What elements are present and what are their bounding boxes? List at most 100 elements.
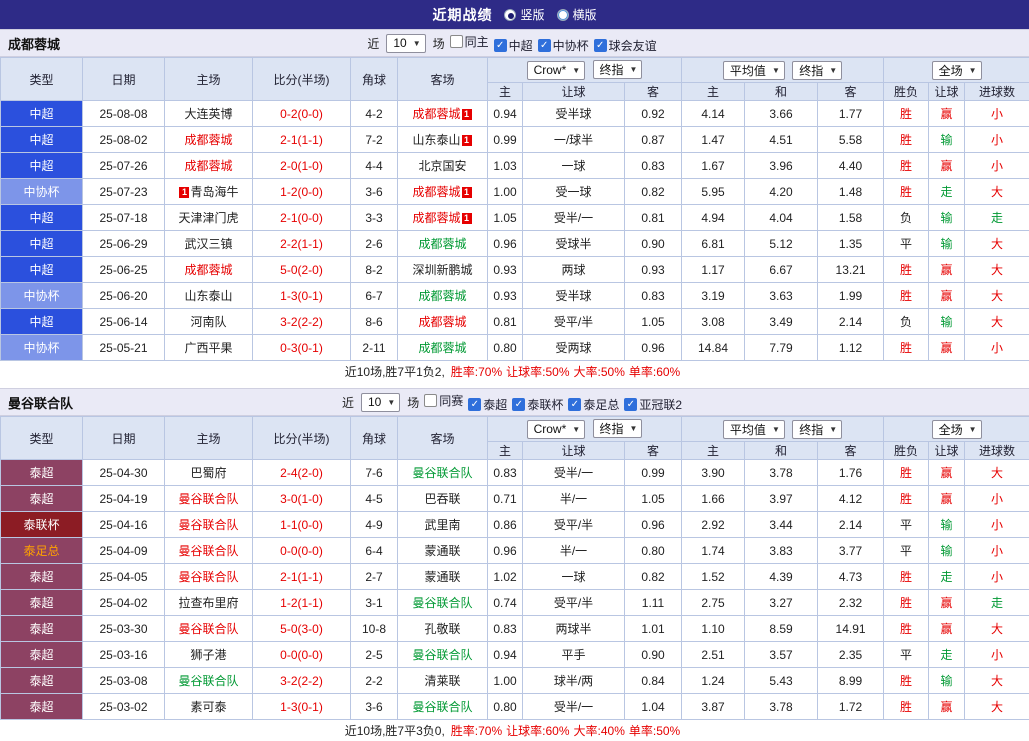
team-name[interactable]: 清莱联 [424,674,460,688]
team-name[interactable]: 曼谷联合队 [178,544,238,558]
team-name[interactable]: 成都蓉城 [412,107,460,121]
league-type-cell: 泰超 [1,694,83,720]
team-name[interactable]: 成都蓉城 [418,237,466,251]
team-name[interactable]: 山东泰山 [184,289,232,303]
games-label: 场 [407,394,419,411]
date-cell: 25-08-02 [83,127,165,153]
filter-checkbox[interactable]: 中协杯 [538,37,589,54]
score-cell[interactable]: 0-2(0-0) [253,101,351,127]
match-count-select[interactable]: 10▼ [361,393,400,412]
final-odds-select[interactable]: 终指▼ [593,419,643,438]
team-name[interactable]: 拉查布里府 [178,596,238,610]
team-name[interactable]: 成都蓉城 [184,159,232,173]
final-odds-select-2[interactable]: 终指▼ [792,420,842,439]
team-name[interactable]: 蒙通联 [424,570,460,584]
team-name[interactable]: 山东泰山 [412,133,460,147]
filter-checkbox[interactable]: 同主 [450,33,489,50]
corner-cell: 8-6 [351,309,398,335]
score-cell[interactable]: 0-0(0-0) [253,538,351,564]
team-name[interactable]: 成都蓉城 [412,211,460,225]
score-cell[interactable]: 0-3(0-1) [253,335,351,361]
layout-radio-horizontal[interactable]: 横版 [557,6,597,23]
team-name[interactable]: 成都蓉城 [418,341,466,355]
team-name[interactable]: 曼谷联合队 [412,466,472,480]
column-header-type: 类型 [1,417,83,460]
scope-select[interactable]: 全场▼ [932,420,982,439]
score-cell[interactable]: 0-0(0-0) [253,642,351,668]
filter-checkbox[interactable]: 中超 [494,37,533,54]
match-count-select[interactable]: 10▼ [386,34,425,53]
team-name[interactable]: 曼谷联合队 [412,700,472,714]
score-cell[interactable]: 2-1(0-0) [253,205,351,231]
away-team-cell: 深圳新鹏城 [398,257,488,283]
score-cell[interactable]: 1-1(0-0) [253,512,351,538]
team-name[interactable]: 曼谷联合队 [178,518,238,532]
handicap-line-cell: 一/球半 [523,127,625,153]
rate-value: 让球率:60% [506,724,569,738]
filter-checkbox[interactable]: 同赛 [424,392,463,409]
average-select[interactable]: 平均值▼ [723,420,785,439]
final-odds-select-2[interactable]: 终指▼ [792,61,842,80]
team-name[interactable]: 曼谷联合队 [412,596,472,610]
team-name[interactable]: 曼谷联合队 [178,570,238,584]
team-name[interactable]: 成都蓉城 [418,289,466,303]
team-name[interactable]: 素可泰 [190,700,226,714]
score-cell[interactable]: 1-2(0-0) [253,179,351,205]
avg-home-odds-cell: 14.84 [682,335,745,361]
score-cell[interactable]: 2-0(1-0) [253,153,351,179]
avg-draw-odds-cell: 8.59 [745,616,818,642]
team-name[interactable]: 曼谷联合队 [178,492,238,506]
checkbox-label: 中超 [509,37,533,54]
score-cell[interactable]: 5-0(3-0) [253,616,351,642]
handicap-home-odds-cell: 0.93 [488,257,523,283]
score-cell[interactable]: 3-0(1-0) [253,486,351,512]
team-name[interactable]: 巴吞联 [424,492,460,506]
team-name[interactable]: 北京国安 [418,159,466,173]
team-name[interactable]: 曼谷联合队 [178,674,238,688]
average-select[interactable]: 平均值▼ [723,61,785,80]
score-cell[interactable]: 2-2(1-1) [253,231,351,257]
team-name[interactable]: 曼谷联合队 [412,648,472,662]
score-cell[interactable]: 3-2(2-2) [253,668,351,694]
team-name[interactable]: 狮子港 [190,648,226,662]
team-name[interactable]: 曼谷联合队 [178,622,238,636]
filter-checkbox[interactable]: 亚冠联2 [624,396,682,413]
layout-radio-vertical[interactable]: 竖版 [504,6,544,23]
team-name[interactable]: 武汉三镇 [184,237,232,251]
final-odds-select[interactable]: 终指▼ [593,60,643,79]
score-cell[interactable]: 1-3(0-1) [253,283,351,309]
team-name[interactable]: 大连英博 [184,107,232,121]
team-name[interactable]: 天津津门虎 [178,211,238,225]
team-name[interactable]: 广西平果 [184,341,232,355]
away-team-cell: 成都蓉城 [398,309,488,335]
corner-cell: 6-7 [351,283,398,309]
score-cell[interactable]: 2-1(1-1) [253,127,351,153]
team-name[interactable]: 巴蜀府 [190,466,226,480]
bookmaker-select[interactable]: Crow*▼ [527,61,586,80]
filter-checkbox[interactable]: 泰超 [468,396,507,413]
team-name[interactable]: 成都蓉城 [184,133,232,147]
team-name[interactable]: 河南队 [190,315,226,329]
handicap-home-odds-cell: 0.83 [488,460,523,486]
column-header-home: 主场 [165,58,253,101]
score-cell[interactable]: 2-4(2-0) [253,460,351,486]
team-name[interactable]: 成都蓉城 [418,315,466,329]
filter-checkbox[interactable]: 泰联杯 [512,396,563,413]
team-name[interactable]: 青岛海牛 [190,185,238,199]
team-name[interactable]: 深圳新鹏城 [412,263,472,277]
team-name[interactable]: 孔敬联 [424,622,460,636]
filter-checkbox[interactable]: 球会友谊 [594,37,657,54]
score-cell[interactable]: 2-1(1-1) [253,564,351,590]
team-name[interactable]: 武里南 [424,518,460,532]
filter-checkbox[interactable]: 泰足总 [568,396,619,413]
scope-select[interactable]: 全场▼ [932,61,982,80]
team-name[interactable]: 成都蓉城 [184,263,232,277]
score-cell[interactable]: 1-2(1-1) [253,590,351,616]
bookmaker-select[interactable]: Crow*▼ [527,420,586,439]
team-name[interactable]: 蒙通联 [424,544,460,558]
goals-result-cell: 小 [965,127,1029,153]
score-cell[interactable]: 3-2(2-2) [253,309,351,335]
score-cell[interactable]: 1-3(0-1) [253,694,351,720]
score-cell[interactable]: 5-0(2-0) [253,257,351,283]
team-name[interactable]: 成都蓉城 [412,185,460,199]
